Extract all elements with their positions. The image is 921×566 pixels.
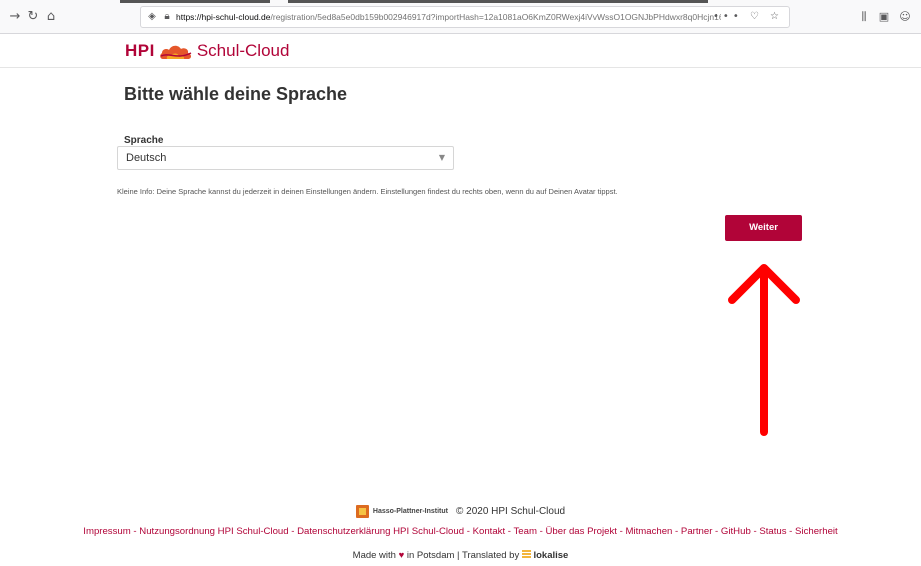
institute-name: Hasso-Plattner-Institut bbox=[372, 508, 448, 515]
footer-link-team[interactable]: Team bbox=[513, 526, 536, 537]
continue-button[interactable]: Weiter bbox=[725, 215, 802, 241]
footer-link-sicherheit[interactable]: Sicherheit bbox=[795, 526, 838, 537]
lokalise-link[interactable]: lokalise bbox=[533, 550, 568, 561]
account-icon[interactable]: ☺ bbox=[897, 8, 913, 26]
page-title: Bitte wähle deine Sprache bbox=[124, 84, 348, 104]
copyright-text: © 2020 HPI Schul-Cloud bbox=[455, 506, 566, 517]
footer-link-impressum[interactable]: Impressum bbox=[83, 526, 130, 537]
tab-indicator bbox=[288, 0, 708, 3]
shield-icon[interactable]: ◈ bbox=[145, 9, 159, 25]
footer-link-kontakt[interactable]: Kontakt bbox=[473, 526, 506, 537]
sidebar-icon[interactable]: ▣ bbox=[876, 8, 892, 26]
footer-link-nutzungsordnung[interactable]: Nutzungsordnung HPI Schul-Cloud bbox=[139, 526, 288, 537]
forward-icon[interactable]: → bbox=[6, 8, 24, 26]
tab-indicator bbox=[120, 0, 270, 3]
footer-link-mitmachen[interactable]: Mitmachen bbox=[625, 526, 672, 537]
heart-icon: ♥ bbox=[398, 550, 405, 561]
info-text: Kleine Info: Deine Sprache kannst du jed… bbox=[117, 187, 618, 196]
in-potsdam-text: in Potsdam | Translated by bbox=[406, 550, 520, 561]
made-with-text: Made with bbox=[352, 550, 396, 561]
logo[interactable]: HPI Schul-Cloud bbox=[125, 39, 289, 63]
logo-name: Schul-Cloud bbox=[196, 41, 290, 60]
browser-toolbar: → ↻ ⌂ ◈ 🔒︎ https://hpi-schul-cloud.de/re… bbox=[0, 0, 921, 34]
footer-copyright: Hasso-Plattner-Institut © 2020 HPI Schul… bbox=[0, 505, 921, 518]
chevron-down-icon: ▼ bbox=[438, 153, 445, 162]
hpi-institute-logo-icon bbox=[355, 505, 369, 518]
footer-link-status[interactable]: Status bbox=[759, 526, 786, 537]
footer-links: Impressum - Nutzungsordnung HPI Schul-Cl… bbox=[83, 526, 838, 537]
footer-link-projekt[interactable]: Über das Projekt bbox=[545, 526, 616, 537]
footer-made-with: Made with ♥ in Potsdam | Translated by l… bbox=[0, 550, 921, 561]
annotation-arrow-icon bbox=[728, 264, 800, 436]
url-text[interactable]: https://hpi-schul-cloud.de/registration/… bbox=[176, 7, 721, 27]
footer-link-github[interactable]: GitHub bbox=[721, 526, 751, 537]
language-select-value: Deutsch bbox=[126, 152, 167, 164]
library-icon[interactable]: ⫼ bbox=[856, 8, 872, 26]
lokalise-logo-icon bbox=[521, 550, 531, 559]
address-bar[interactable]: ◈ 🔒︎ https://hpi-schul-cloud.de/registra… bbox=[140, 6, 790, 28]
language-select[interactable]: Deutsch ▼ bbox=[117, 146, 454, 170]
logo-hpi: HPI bbox=[125, 41, 155, 60]
page-actions[interactable]: ••• ♡ ☆ bbox=[713, 7, 783, 27]
site-header: HPI Schul-Cloud bbox=[0, 34, 921, 68]
reload-icon[interactable]: ↻ bbox=[24, 8, 42, 26]
footer-link-datenschutz[interactable]: Datenschutzerklärung HPI Schul-Cloud bbox=[297, 526, 464, 537]
footer-link-partner[interactable]: Partner bbox=[681, 526, 712, 537]
language-label: Sprache bbox=[124, 135, 164, 146]
lock-icon[interactable]: 🔒︎ bbox=[160, 9, 174, 25]
home-icon[interactable]: ⌂ bbox=[42, 8, 60, 26]
cloud-logo-icon bbox=[160, 45, 192, 59]
